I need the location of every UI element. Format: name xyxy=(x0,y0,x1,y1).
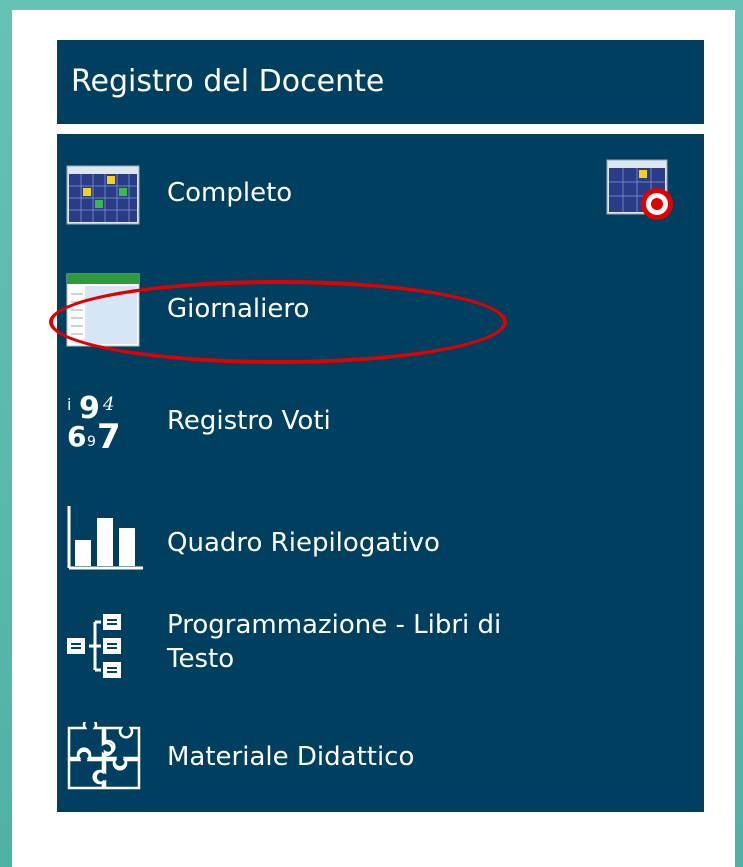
panel-title: Registro del Docente xyxy=(57,40,704,124)
menu-item-giornaliero[interactable]: Giornaliero xyxy=(57,272,704,348)
menu-item-completo[interactable]: Completo xyxy=(57,159,704,226)
svg-text:6: 6 xyxy=(67,420,86,453)
menu-item-materiale-didattico[interactable]: Materiale Didattico xyxy=(57,722,704,792)
menu-item-label-line-2: Testo xyxy=(167,644,235,674)
hierarchy-icon xyxy=(67,614,121,678)
menu-item-registro-voti[interactable]: i 9 4 6 9 7 Registro Voti xyxy=(57,391,704,454)
grades-icon: i 9 4 6 9 7 xyxy=(67,391,121,454)
teacher-register-menu: Completo Giornaliero i 9 4 6 9 7 Registr… xyxy=(57,134,704,812)
menu-item-programmazione[interactable]: Programmazione - Libri di Testo xyxy=(57,606,704,690)
svg-text:i: i xyxy=(67,395,71,414)
menu-item-label: Quadro Riepilogativo xyxy=(167,528,440,558)
daily-register-icon xyxy=(66,273,140,347)
menu-item-label: Programmazione - Libri di Testo xyxy=(167,608,501,676)
menu-item-quadro-riepilogativo[interactable]: Quadro Riepilogativo xyxy=(57,504,704,570)
svg-text:7: 7 xyxy=(97,417,121,454)
menu-item-label: Materiale Didattico xyxy=(167,742,415,772)
puzzle-icon xyxy=(67,722,141,790)
svg-text:4: 4 xyxy=(102,394,114,415)
menu-item-label-line-1: Programmazione - Libri di xyxy=(167,610,502,640)
svg-text:9: 9 xyxy=(87,434,96,450)
calendar-target-icon[interactable] xyxy=(605,154,675,224)
menu-item-label: Registro Voti xyxy=(167,406,331,436)
menu-item-label: Giornaliero xyxy=(167,294,310,324)
calendar-grid-icon xyxy=(66,165,140,225)
menu-item-label: Completo xyxy=(167,178,293,208)
bar-chart-icon xyxy=(67,506,143,570)
